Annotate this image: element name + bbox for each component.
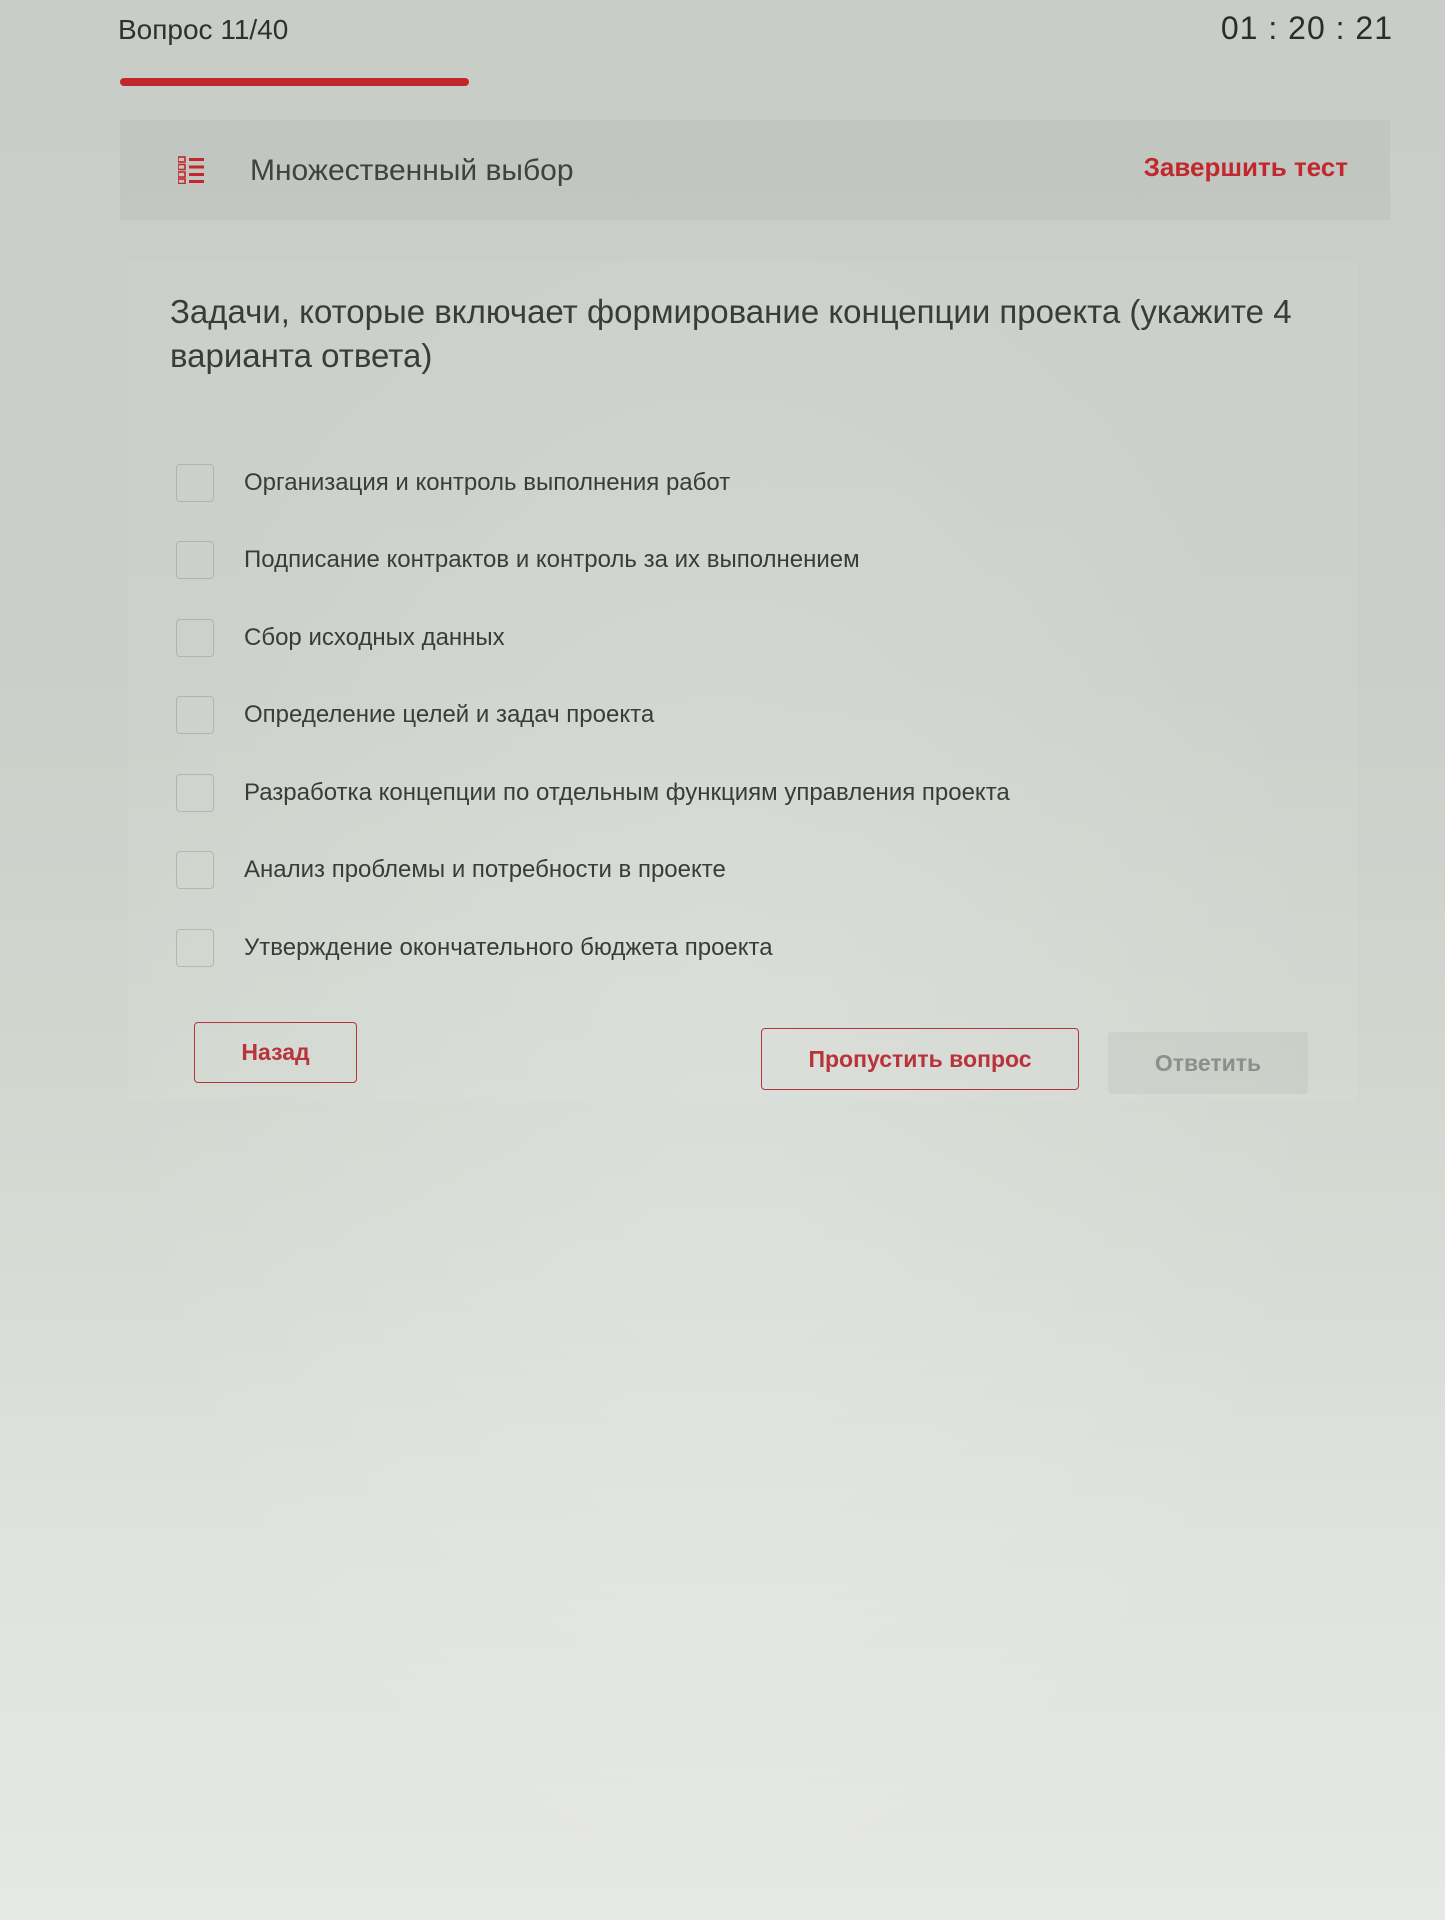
progress-fill (120, 78, 470, 86)
finish-test-link[interactable]: Завершить тест (1144, 152, 1348, 183)
answer-option-label: Организация и контроль выполнения работ (244, 468, 731, 496)
question-counter: Вопрос 11/40 (118, 14, 289, 45)
answer-checkbox[interactable] (176, 928, 214, 967)
answer-option-label: Сбор исходных данных (244, 623, 505, 651)
answer-option-label: Подписание контрактов и контроль за их в… (244, 546, 860, 574)
answer-option[interactable]: Анализ проблемы и потребности в проекте (176, 832, 1276, 910)
answer-option[interactable]: Разработка концепции по отдельным функци… (176, 754, 1276, 832)
skip-question-button[interactable]: Пропустить вопрос (761, 1028, 1079, 1090)
answer-checkbox[interactable] (176, 618, 214, 657)
back-button[interactable]: Назад (194, 1022, 357, 1083)
answer-checkbox[interactable] (176, 696, 214, 735)
answer-option-label: Утверждение окончательного бюджета проек… (244, 933, 773, 961)
answer-checkbox[interactable] (176, 463, 214, 502)
answer-option[interactable]: Подписание контрактов и контроль за их в… (176, 522, 1276, 600)
question-card: Задачи, которые включает формирование ко… (128, 262, 1358, 1102)
answer-button[interactable]: Ответить (1108, 1032, 1308, 1094)
answer-option-label: Разработка концепции по отдельным функци… (244, 778, 1010, 806)
answer-options: Организация и контроль выполнения работ … (176, 444, 1276, 987)
answer-option-label: Определение целей и задач проекта (244, 701, 655, 729)
answer-option[interactable]: Определение целей и задач проекта (176, 677, 1276, 755)
answer-option-label: Анализ проблемы и потребности в проекте (244, 856, 726, 884)
question-type-label: Множественный выбор (250, 154, 574, 187)
list-icon (177, 156, 204, 185)
question-type-header: Множественный выбор Завершить тест (120, 120, 1390, 220)
answer-checkbox[interactable] (176, 773, 214, 812)
progress-bar (120, 78, 1390, 86)
answer-checkbox[interactable] (176, 541, 214, 580)
answer-option[interactable]: Утверждение окончательного бюджета проек… (176, 909, 1276, 987)
answer-checkbox[interactable] (176, 851, 214, 890)
answer-option[interactable]: Сбор исходных данных (176, 599, 1276, 677)
top-bar: Вопрос 11/40 01 : 20 : 21 (0, 0, 1445, 90)
answer-option[interactable]: Организация и контроль выполнения работ (176, 444, 1276, 522)
question-text: Задачи, которые включает формирование ко… (170, 293, 1292, 374)
timer: 01 : 20 : 21 (1220, 10, 1393, 46)
